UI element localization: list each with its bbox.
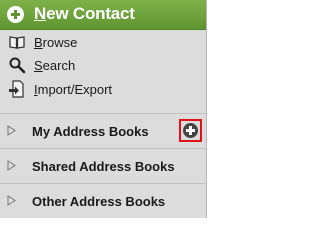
import-export-link[interactable]: Import/Export bbox=[0, 78, 206, 100]
my-address-books-label: My Address Books bbox=[32, 124, 149, 139]
add-address-book-icon bbox=[183, 123, 198, 138]
expand-triangle-icon[interactable] bbox=[7, 195, 16, 206]
import-export-label: Import/Export bbox=[34, 82, 113, 97]
address-book-sidebar: New Contact Browse Search Import/Export … bbox=[0, 0, 207, 218]
my-address-books-section[interactable]: My Address Books bbox=[0, 113, 206, 147]
search-label: Search bbox=[34, 58, 76, 73]
search-link[interactable]: Search bbox=[0, 54, 206, 76]
add-icon bbox=[7, 6, 24, 23]
new-contact-button[interactable]: New Contact bbox=[0, 0, 206, 30]
browse-label: Browse bbox=[34, 35, 78, 50]
add-address-book-button[interactable] bbox=[179, 119, 202, 142]
expand-triangle-icon[interactable] bbox=[7, 125, 16, 136]
search-icon bbox=[9, 57, 26, 74]
expand-triangle-icon[interactable] bbox=[7, 160, 16, 171]
book-icon bbox=[9, 36, 25, 49]
shared-address-books-label: Shared Address Books bbox=[32, 159, 175, 174]
other-address-books-label: Other Address Books bbox=[32, 194, 166, 209]
import-export-icon bbox=[9, 80, 24, 98]
browse-link[interactable]: Browse bbox=[0, 31, 206, 53]
other-address-books-section[interactable]: Other Address Books bbox=[0, 183, 206, 218]
new-contact-label: New Contact bbox=[34, 4, 135, 23]
shared-address-books-section[interactable]: Shared Address Books bbox=[0, 148, 206, 182]
